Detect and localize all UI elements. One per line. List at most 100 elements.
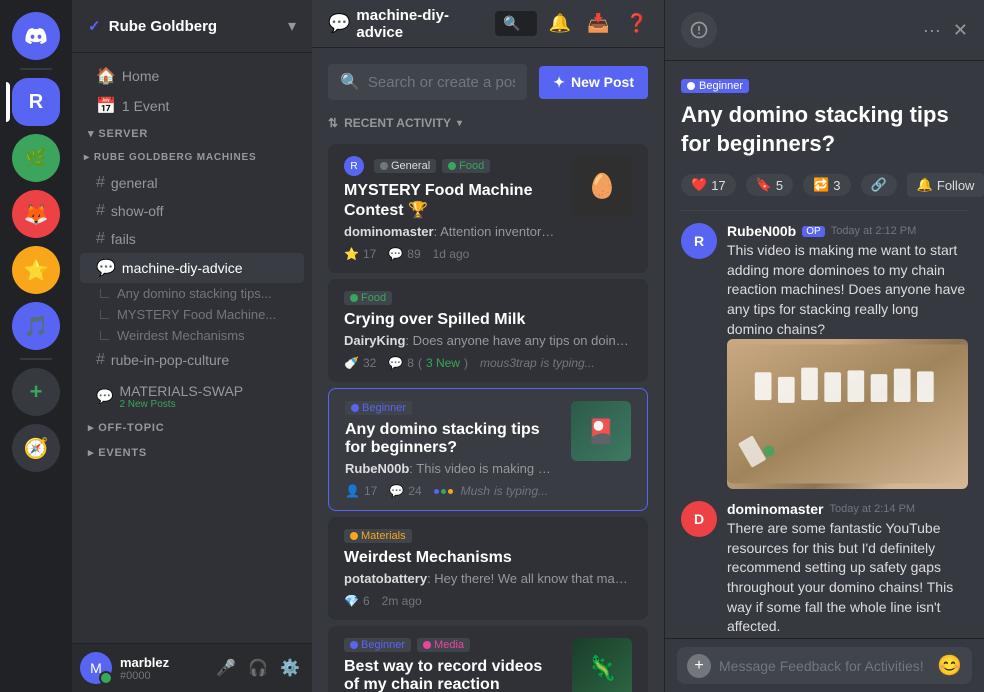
emoji-picker-button[interactable]: 😊 — [937, 653, 962, 678]
tag-beginner: Beginner — [345, 401, 412, 415]
thread-icon — [681, 12, 717, 48]
post-card-content-3: Beginner Any domino stacking tips for be… — [345, 401, 559, 498]
message-input-field[interactable] — [719, 658, 929, 674]
message-time-2: Today at 2:14 PM — [829, 503, 915, 515]
message-item-1: R RubeN00b OP Today at 2:12 PM This vide… — [681, 223, 968, 489]
post-tags-3: Beginner — [345, 401, 559, 415]
close-panel-icon[interactable]: ✕ — [953, 20, 968, 41]
add-server-button[interactable]: + — [12, 368, 60, 416]
bookmark-action[interactable]: 🔖 5 — [746, 174, 793, 196]
chevron-activity-icon: ▾ — [457, 118, 462, 129]
channel-pop-culture[interactable]: # rube-in-pop-culture — [80, 346, 304, 374]
channel-fails[interactable]: # fails — [80, 225, 304, 253]
main-area: 💬 machine-diy-advice 🔍 🔔 📥 ❓ 🔍 ✦ New Pos… — [312, 0, 664, 692]
mute-button[interactable]: 🎤 — [212, 654, 240, 682]
chevron-icon: ▾ — [88, 127, 94, 140]
off-topic-category[interactable]: ▸ OFF-TOPIC — [72, 415, 312, 440]
user-name: marblez — [120, 655, 169, 670]
channel-show-off[interactable]: # show-off — [80, 197, 304, 225]
message-input-area: + 😊 — [665, 638, 984, 692]
more-options-icon[interactable]: ··· — [923, 20, 941, 41]
server-icon-4[interactable]: ⭐ — [12, 246, 60, 294]
posts-search-field[interactable] — [368, 74, 515, 91]
sub-channel-weirdest[interactable]: Weirdest Mechanisms — [80, 325, 304, 346]
rube-machines-category[interactable]: ▸ RUBE GOLDBERG MACHINES — [72, 146, 312, 169]
server-icon-3[interactable]: 🦊 — [12, 190, 60, 238]
server-icon-5[interactable]: 🎵 — [12, 302, 60, 350]
deafen-button[interactable]: 🎧 — [244, 654, 272, 682]
recent-activity-header[interactable]: ⇅ RECENT ACTIVITY ▾ — [312, 108, 664, 138]
follow-button[interactable]: 🔔 Follow — [907, 173, 984, 197]
message-content-2: dominomaster Today at 2:14 PM There are … — [727, 501, 968, 637]
post-preview-mystery: dominomaster: Attention inventors! We're… — [344, 224, 560, 239]
posts-search-bar: 🔍 ✦ New Post — [328, 64, 648, 100]
post-detail-actions: ❤️ 17 🔖 5 🔁 3 🔗 🔔 Follow ↑ — [681, 170, 968, 211]
reply-count-2: 💬 8 (3 New) — [388, 356, 468, 370]
message-content-1: RubeN00b OP Today at 2:12 PM This video … — [727, 223, 968, 489]
message-header-2: dominomaster Today at 2:14 PM — [727, 501, 968, 517]
post-detail: Beginner Any domino stacking tips for be… — [665, 61, 984, 638]
message-header-1: RubeN00b OP Today at 2:12 PM — [727, 223, 968, 239]
share-action[interactable]: 🔁 3 — [803, 174, 850, 196]
heart-action[interactable]: ❤️ 17 — [681, 174, 736, 196]
post-detail-title: Any domino stacking tips for beginners? — [681, 101, 968, 158]
chevron-icon-4: ▸ — [88, 447, 98, 459]
post-title-milk: Crying over Spilled Milk — [344, 311, 632, 329]
server-header[interactable]: ✓ Rube Goldberg ▾ — [72, 0, 312, 53]
dominos-image — [727, 339, 968, 489]
sub-channel-domino[interactable]: Any domino stacking tips... — [80, 283, 304, 304]
nav-home[interactable]: 🏠 Home — [80, 61, 304, 91]
discord-home-button[interactable] — [12, 12, 60, 60]
events-category[interactable]: ▸ EVENTS — [72, 440, 312, 465]
tag-materials: Materials — [344, 529, 412, 543]
message-text-1: This video is making me want to start ad… — [727, 241, 968, 339]
server-icon-2[interactable]: 🌿 — [12, 134, 60, 182]
search-posts-icon: 🔍 — [340, 72, 360, 92]
post-card-record[interactable]: Beginner Media Best way to record videos… — [328, 626, 648, 692]
reaction-count-4: 💎 6 — [344, 594, 370, 608]
post-card-spilled-milk[interactable]: Food Crying over Spilled Milk DairyKing:… — [328, 279, 648, 382]
settings-button[interactable]: ⚙️ — [276, 654, 304, 682]
verified-icon: ✓ — [88, 18, 101, 35]
hash-icon-3: # — [96, 230, 105, 248]
reply-count: 💬 89 — [388, 247, 420, 261]
server-divider-2 — [20, 358, 52, 360]
hash-icon-2: # — [96, 202, 105, 220]
help-button[interactable]: ❓ — [626, 13, 648, 34]
user-controls: 🎤 🎧 ⚙️ — [212, 654, 304, 682]
channel-materials-swap[interactable]: 💬 MATERIALS-SWAP 2 New Posts — [80, 378, 304, 415]
chevron-icon-3: ▸ — [88, 422, 98, 434]
server-list: R 🌿 🦊 ⭐ 🎵 + 🧭 — [0, 0, 72, 692]
link-action[interactable]: 🔗 — [861, 174, 897, 196]
post-card-mystery-food[interactable]: R General Food MYSTERY Food Machine Cont… — [328, 144, 648, 273]
channel-machine-diy-advice[interactable]: 💬 machine-diy-advice — [80, 253, 304, 283]
tag-food-2: Food — [344, 291, 392, 305]
calendar-icon: 📅 — [96, 96, 116, 116]
heart-icon: ❤️ — [691, 177, 707, 193]
tag-beginner-2: Beginner — [344, 638, 411, 652]
channel-general[interactable]: # general — [80, 169, 304, 197]
chevron-icon-2: ▸ — [84, 152, 90, 163]
header-search-bar[interactable]: 🔍 — [495, 11, 536, 36]
right-panel-icons: ··· ✕ — [923, 20, 968, 41]
post-tags-5: Beginner Media — [344, 638, 560, 652]
op-badge: OP — [802, 226, 824, 237]
tag-food: Food — [442, 159, 490, 173]
sub-channel-mystery[interactable]: MYSTERY Food Machine... — [80, 304, 304, 325]
notification-button[interactable]: 🔔 — [549, 13, 571, 34]
post-card-content-4: Materials Weirdest Mechanisms potatobatt… — [344, 529, 632, 608]
user-info: M marblez #0000 — [80, 652, 169, 684]
posts-search-input-wrapper[interactable]: 🔍 — [328, 64, 527, 100]
server-icon-rube-goldberg[interactable]: R — [12, 78, 60, 126]
post-card-content: R General Food MYSTERY Food Machine Cont… — [344, 156, 560, 261]
nav-events[interactable]: 📅 1 Event — [80, 91, 304, 121]
post-card-domino[interactable]: Beginner Any domino stacking tips for be… — [328, 388, 648, 511]
beginner-dot — [687, 82, 695, 90]
new-post-button[interactable]: ✦ New Post — [539, 66, 648, 99]
add-attachment-button[interactable]: + — [687, 654, 711, 678]
discover-button[interactable]: 🧭 — [12, 424, 60, 472]
inbox-button[interactable]: 📥 — [587, 13, 609, 34]
channel-header-name: 💬 machine-diy-advice — [328, 7, 483, 41]
post-card-weirdest[interactable]: Materials Weirdest Mechanisms potatobatt… — [328, 517, 648, 620]
server-category[interactable]: ▾ SERVER — [72, 121, 312, 146]
